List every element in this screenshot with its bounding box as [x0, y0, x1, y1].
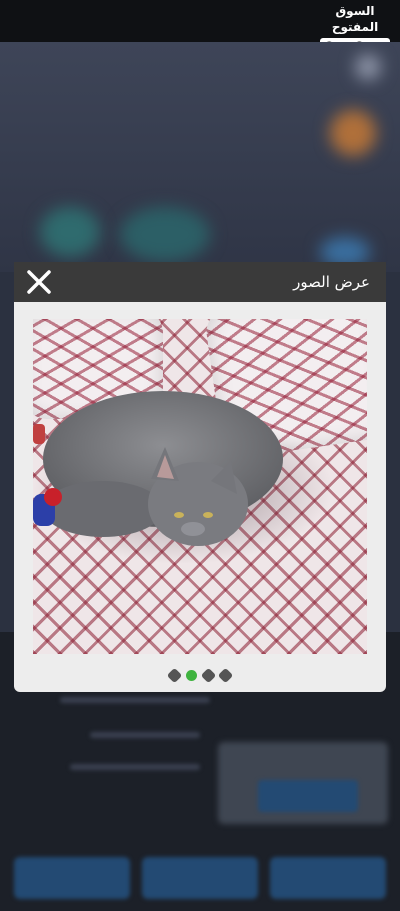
background-image-blob: [40, 207, 100, 257]
close-button[interactable]: [25, 268, 53, 296]
pagination-dot-1[interactable]: [166, 667, 183, 684]
background-card-button: [258, 780, 358, 812]
pagination-dot-3[interactable]: [200, 667, 217, 684]
background-action-button: [142, 857, 258, 899]
close-icon: [27, 270, 51, 294]
background-image-blob: [120, 207, 210, 262]
background-action-button: [14, 857, 130, 899]
background-text-line: [90, 732, 200, 738]
status-bar: السوق المفتوح OpenSooq: [0, 0, 400, 54]
cat-illustration: [33, 391, 333, 564]
background-text-line: [70, 764, 200, 770]
logo-arabic-text: السوق المفتوح: [331, 4, 379, 34]
cat-photo[interactable]: [33, 319, 367, 654]
image-viewer-body: [14, 302, 386, 692]
image-viewer-header: عرض الصور: [14, 262, 386, 302]
pagination-dot-4[interactable]: [217, 667, 234, 684]
background-text-line: [60, 697, 210, 703]
pagination-dot-2-active[interactable]: [186, 670, 197, 681]
background-avatar: [330, 110, 376, 156]
background-menu-icon: [355, 54, 381, 80]
background-action-button: [270, 857, 386, 899]
photo-pagination: [14, 667, 386, 684]
image-viewer-title: عرض الصور: [293, 273, 370, 291]
